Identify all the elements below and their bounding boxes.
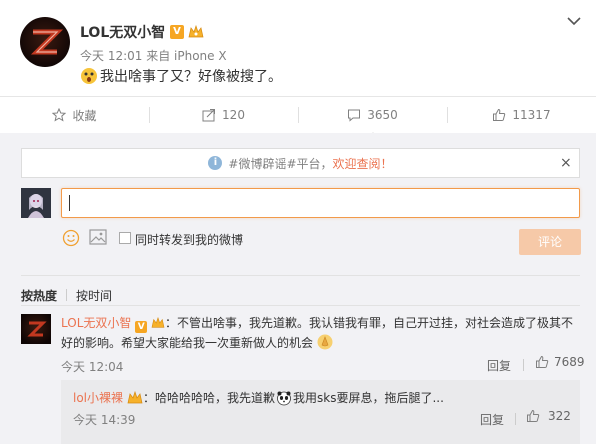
notice-text: #微博辟谣#平台，: [228, 156, 333, 171]
sub-reply-timestamp: 今天 14:39: [73, 413, 136, 427]
sort-by-hot-tab[interactable]: 按热度: [21, 287, 57, 304]
chevron-down-icon[interactable]: [566, 15, 582, 27]
current-user-avatar[interactable]: [21, 188, 51, 218]
forward-icon: [202, 109, 216, 122]
divider: [21, 275, 580, 276]
sub-reply-reply-button[interactable]: 回复: [480, 411, 504, 428]
divider: [21, 305, 580, 306]
post-action-bar: 收藏 120 3650 11317: [0, 97, 596, 138]
crown-badge-icon[interactable]: [188, 25, 204, 39]
divider: [523, 359, 524, 371]
sub-reply-like-count: 322: [548, 409, 571, 423]
thumbs-up-icon: [527, 409, 540, 422]
comment-count: 3650: [367, 108, 398, 122]
sub-reply-username[interactable]: lol小裸裸: [73, 389, 123, 406]
panda-emoji-icon: [277, 391, 291, 405]
comment-line-1: ：不管出啥事，我先道歉。我认错我有罪，自己开过挂，对社会造成了极其不: [165, 316, 574, 330]
star-icon: [52, 108, 67, 122]
commenter-avatar[interactable]: [21, 314, 51, 344]
text-caret: [69, 195, 70, 211]
comment-icon: [348, 109, 361, 122]
thumbs-up-icon: [536, 355, 549, 368]
comment-like-button[interactable]: 7689: [535, 355, 585, 369]
comment-input[interactable]: [61, 188, 580, 218]
crown-badge-icon[interactable]: [127, 390, 143, 405]
reply-button[interactable]: 回复: [487, 357, 511, 374]
author-avatar[interactable]: [20, 17, 70, 67]
image-upload-icon[interactable]: [89, 229, 107, 245]
verified-badge-icon[interactable]: V: [135, 321, 148, 333]
comment-button[interactable]: 3650: [298, 97, 447, 138]
favorite-button[interactable]: 收藏: [0, 97, 149, 133]
post-meta: 今天 12:01 来自 iPhone X: [80, 49, 227, 63]
sub-reply-text-b: 我用sks要屏息，拖后腿了...: [293, 391, 444, 405]
info-icon: i: [208, 156, 223, 170]
forward-checkbox-label[interactable]: 同时转发到我的微博: [135, 231, 243, 248]
sort-by-time-tab[interactable]: 按时间: [76, 287, 112, 304]
like-button[interactable]: 11317: [447, 97, 596, 133]
sub-reply-text: lol小裸裸 ：哈哈哈哈哈，我先道歉 我用sks要屏息，拖后腿了...: [73, 389, 444, 406]
sub-reply-text-a: ：哈哈哈哈哈，我先道歉: [143, 391, 276, 405]
close-icon[interactable]: ×: [560, 155, 572, 171]
divider: [66, 289, 67, 301]
emoji-picker-icon[interactable]: [62, 229, 80, 247]
comment-text: LOL无双小智 V ：不管出啥事，我先道歉。我认错我有罪，自己开过挂，对社会造成…: [61, 313, 581, 353]
forward-count: 120: [222, 108, 245, 122]
comment-timestamp: 今天 12:04: [61, 360, 124, 374]
favorite-label: 收藏: [72, 108, 97, 123]
comment-line-2: 好的影响。希望大家能给我一次重新做人的机会: [61, 336, 314, 350]
divider: [515, 413, 516, 425]
rumor-notice-banner: i #微博辟谣#平台， 欢迎查阅！: [21, 148, 580, 178]
submit-comment-button[interactable]: 评论: [519, 229, 581, 255]
notice-link[interactable]: 欢迎查阅！: [333, 155, 393, 172]
comment-like-count: 7689: [554, 355, 585, 369]
forward-button[interactable]: 120: [149, 97, 298, 133]
praying-hands-emoji-icon: [317, 334, 333, 350]
verified-badge-icon[interactable]: V: [170, 25, 184, 39]
post-text: 我出啥事了又？好像被搜了。: [100, 69, 282, 85]
like-count: 11317: [512, 108, 551, 122]
thumbs-up-icon: [493, 108, 506, 121]
shocked-emoji-icon: [81, 68, 97, 84]
commenter-name[interactable]: LOL无双小智: [61, 316, 131, 330]
post-content: 我出啥事了又？好像被搜了。: [80, 66, 282, 86]
forward-checkbox[interactable]: [119, 232, 131, 244]
author-name[interactable]: LOL无双小智: [80, 22, 165, 42]
sub-reply-like-button[interactable]: 322: [526, 409, 571, 423]
crown-badge-icon[interactable]: [151, 317, 165, 329]
